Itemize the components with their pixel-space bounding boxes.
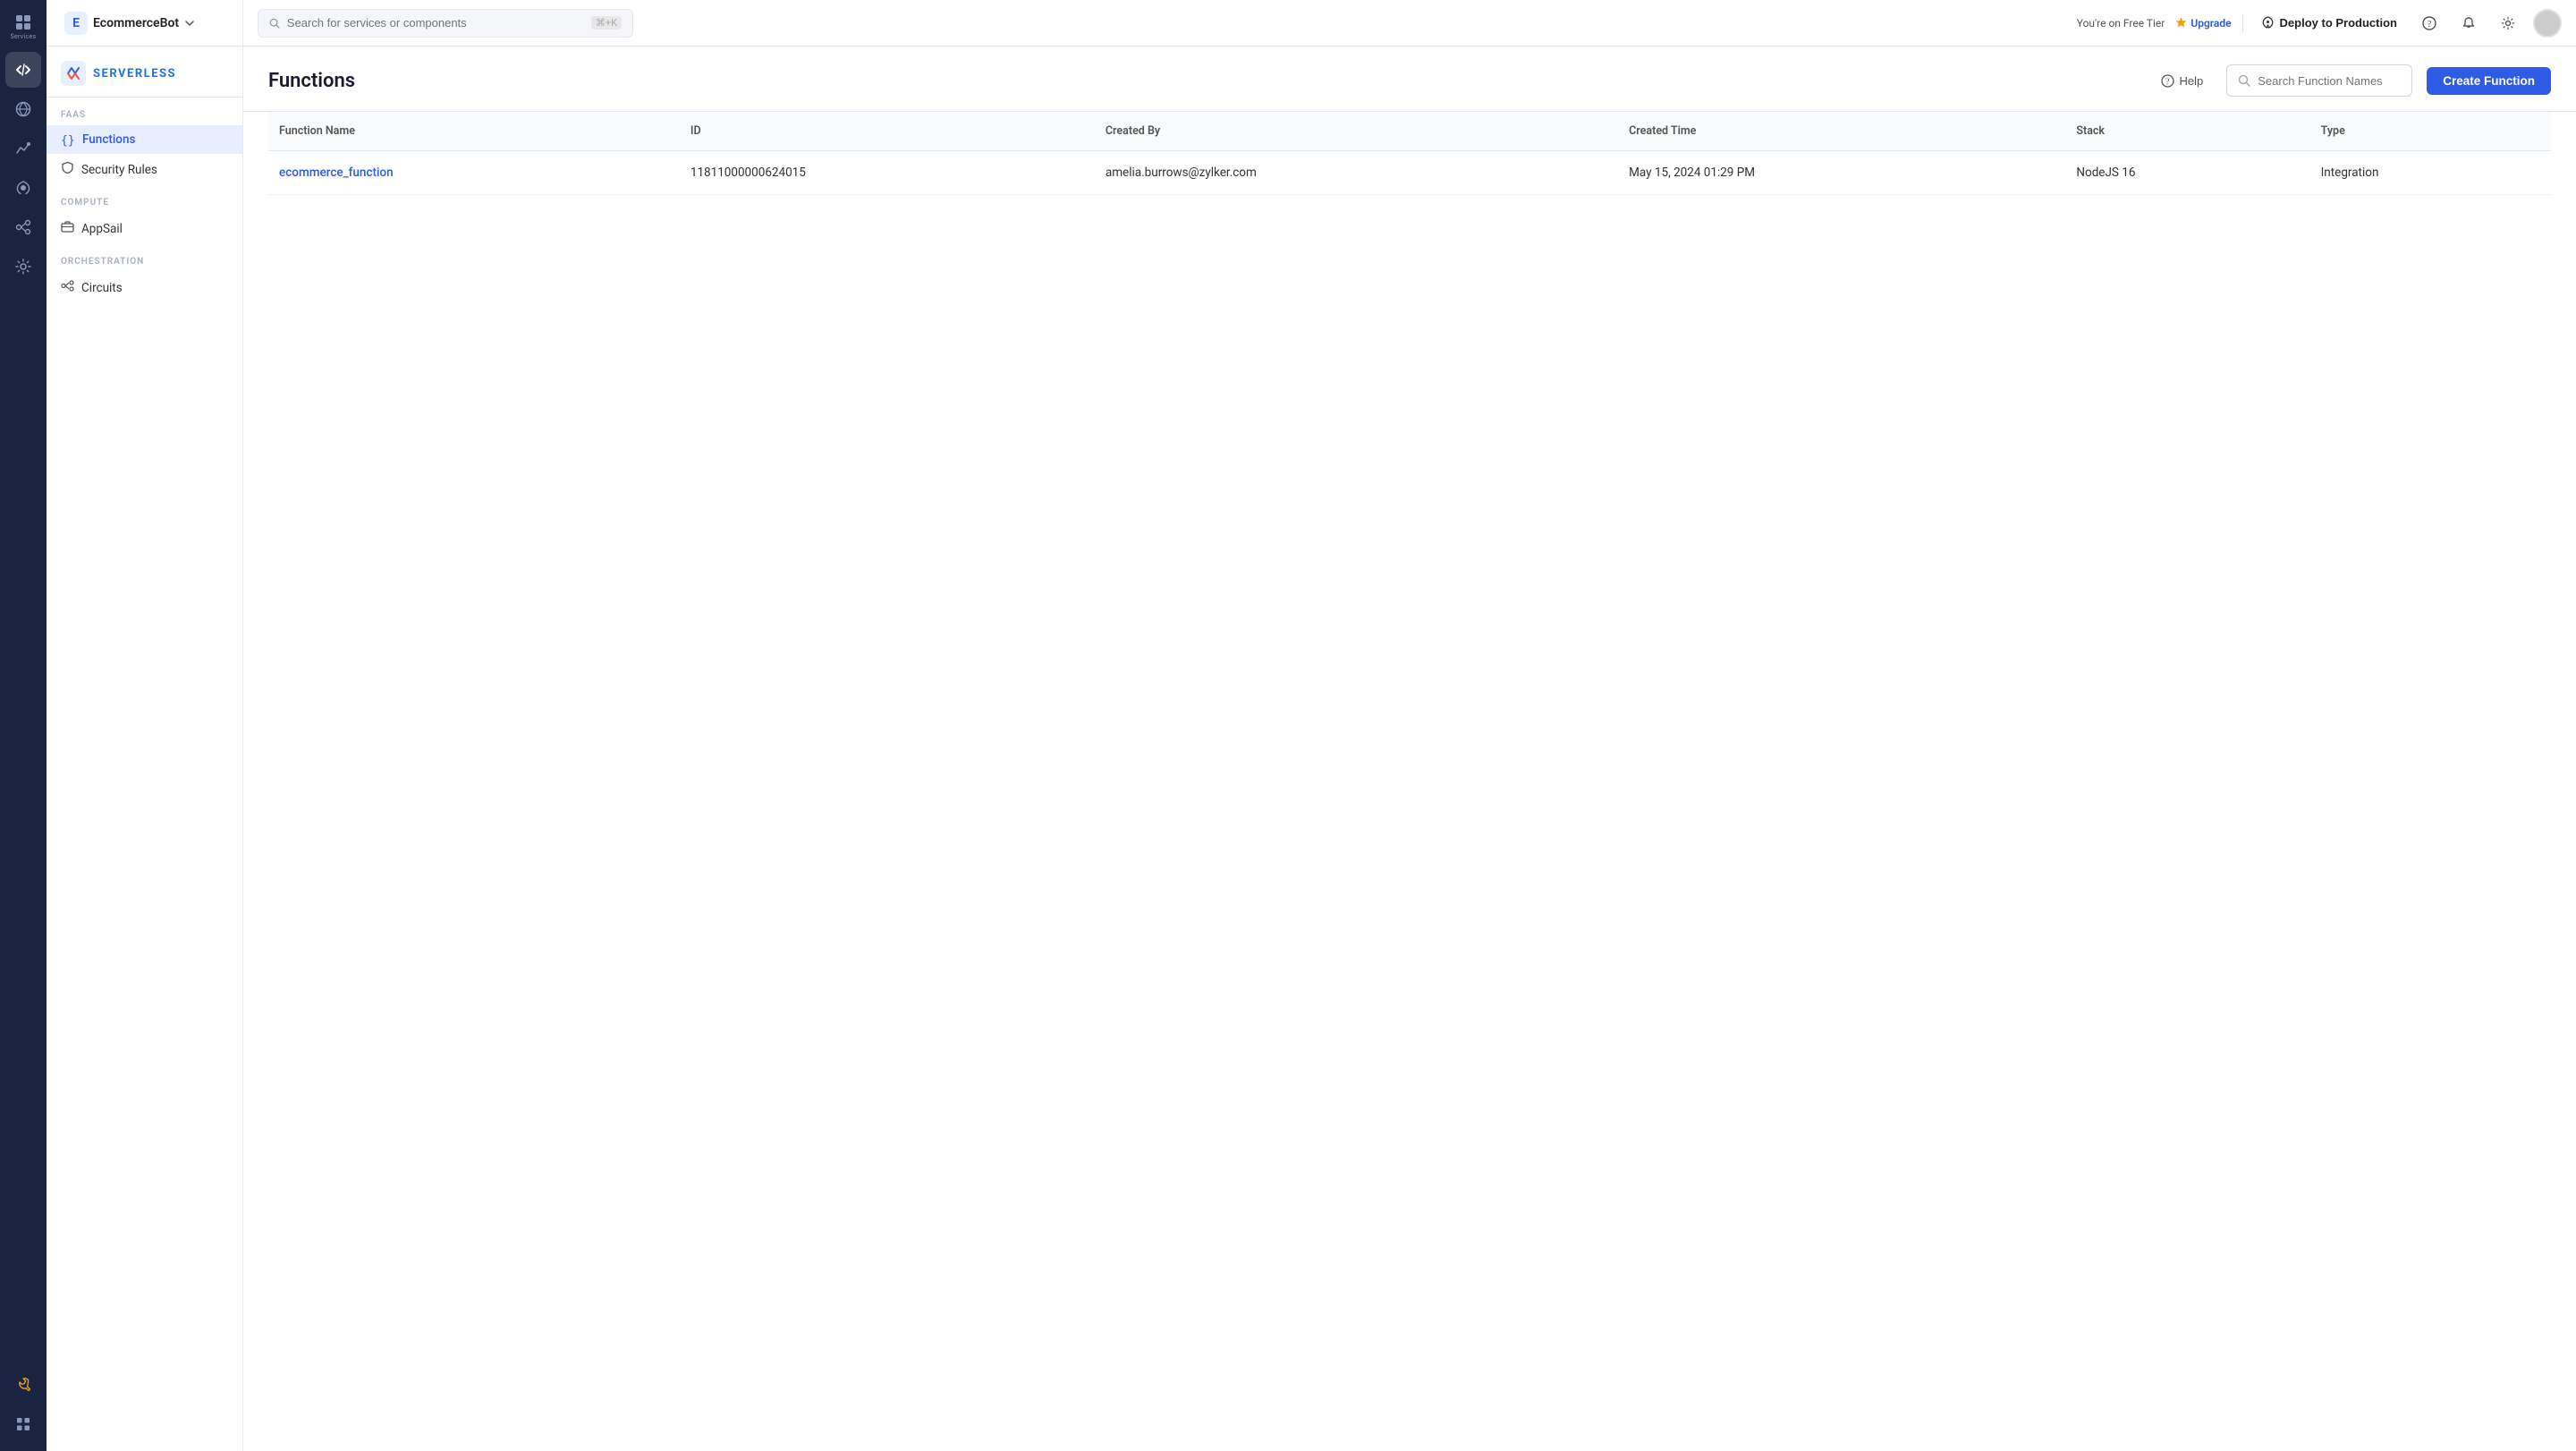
main-content: ⌘+K You're on Free Tier Upgrade Deploy t… xyxy=(243,0,2576,1451)
table-row: ecommerce_function 11811000000624015 ame… xyxy=(268,151,2551,195)
sidebar-item-label-appsail: AppSail xyxy=(81,222,123,236)
table-body: ecommerce_function 11811000000624015 ame… xyxy=(268,151,2551,195)
col-type: Type xyxy=(2310,112,2551,151)
sidebar-item-security-rules[interactable]: Security Rules xyxy=(47,154,242,185)
help-button[interactable]: ? Help xyxy=(2152,69,2212,93)
create-function-button[interactable]: Create Function xyxy=(2427,67,2551,95)
col-function-name: Function Name xyxy=(268,112,680,151)
sidebar: E EcommerceBot SERVERLESS FAAS {} Functi… xyxy=(47,0,243,1451)
deploy-button[interactable]: Deploy to Production xyxy=(2254,13,2404,33)
appsail-icon xyxy=(61,220,74,237)
search-functions[interactable] xyxy=(2226,64,2412,97)
grid-icon xyxy=(14,1415,32,1433)
data-icon xyxy=(14,100,32,118)
avatar[interactable] xyxy=(2533,9,2562,38)
upgrade-button[interactable]: Upgrade xyxy=(2175,17,2231,30)
sidebar-item-circuits[interactable]: Circuits xyxy=(47,272,242,303)
help-label: Help xyxy=(2179,74,2203,88)
tier-badge: You're on Free Tier xyxy=(2077,17,2165,30)
functions-table: Function Name ID Created By Created Time… xyxy=(268,112,2551,195)
deploy-label: Deploy to Production xyxy=(2280,16,2397,30)
notifications-button[interactable] xyxy=(2454,9,2483,38)
global-search[interactable]: ⌘+K xyxy=(258,9,633,38)
cell-created-by: amelia.burrows@zylker.com xyxy=(1095,151,1618,195)
section-label-orchestration: ORCHESTRATION xyxy=(47,244,242,272)
app-name: EcommerceBot xyxy=(93,16,179,30)
nav-rail-bottom xyxy=(5,1367,41,1442)
app-icon: E xyxy=(64,12,88,35)
nav-rail-item-misc[interactable] xyxy=(5,249,41,284)
table-header-row: Function Name ID Created By Created Time… xyxy=(268,112,2551,151)
help-icon-button[interactable]: ? xyxy=(2415,9,2444,38)
code-icon xyxy=(14,61,32,79)
tools-icon xyxy=(14,1376,32,1394)
section-label-faas: FAAS xyxy=(47,98,242,125)
divider xyxy=(2242,14,2243,32)
nav-rail-item-code[interactable] xyxy=(5,52,41,88)
deploy-icon xyxy=(14,179,32,197)
page-title: Functions xyxy=(268,70,2138,92)
circuits-icon xyxy=(61,279,74,296)
nav-rail-item-data[interactable] xyxy=(5,91,41,127)
rocket-icon xyxy=(2261,16,2275,30)
sidebar-title: SERVERLESS xyxy=(93,67,176,81)
sidebar-item-functions[interactable]: {} Functions xyxy=(47,125,242,154)
services-icon xyxy=(14,13,32,31)
nav-rail-item-deploy[interactable] xyxy=(5,170,41,206)
nav-rail: Services xyxy=(0,0,47,1451)
svg-text:{}: {} xyxy=(61,134,75,147)
main-topbar: ⌘+K You're on Free Tier Upgrade Deploy t… xyxy=(243,0,2576,47)
table-header: Function Name ID Created By Created Time… xyxy=(268,112,2551,151)
cell-id: 11811000000624015 xyxy=(680,151,1095,195)
nav-rail-item-grid[interactable] xyxy=(5,1406,41,1442)
svg-text:?: ? xyxy=(2428,19,2432,30)
serverless-logo xyxy=(61,61,86,86)
bell-icon xyxy=(2462,16,2476,30)
nav-rail-item-tools[interactable] xyxy=(5,1367,41,1403)
global-search-input[interactable] xyxy=(287,16,584,30)
question-icon: ? xyxy=(2422,16,2436,30)
col-stack: Stack xyxy=(2065,112,2309,151)
app-selector[interactable]: E EcommerceBot xyxy=(57,8,202,38)
sidebar-item-label-functions: Functions xyxy=(82,132,135,147)
misc-icon xyxy=(14,258,32,276)
functions-table-area: Function Name ID Created By Created Time… xyxy=(243,112,2576,1451)
col-created-time: Created Time xyxy=(1618,112,2065,151)
search-functions-icon xyxy=(2238,74,2250,87)
topbar: E EcommerceBot xyxy=(47,0,242,47)
global-search-icon xyxy=(269,17,280,30)
functions-icon: {} xyxy=(61,132,75,147)
search-shortcut: ⌘+K xyxy=(591,16,622,30)
cell-created-time: May 15, 2024 01:29 PM xyxy=(1618,151,2065,195)
cell-stack: NodeJS 16 xyxy=(2065,151,2309,195)
integrations-icon xyxy=(14,218,32,236)
sidebar-brand: SERVERLESS xyxy=(47,47,242,98)
content-header: Functions ? Help Create Function xyxy=(243,47,2576,112)
help-circle-icon: ? xyxy=(2161,74,2174,88)
sidebar-item-label-circuits: Circuits xyxy=(81,281,123,295)
nav-rail-item-integrations[interactable] xyxy=(5,209,41,245)
cell-type: Integration xyxy=(2310,151,2551,195)
section-label-compute: COMPUTE xyxy=(47,185,242,213)
upgrade-icon xyxy=(2175,17,2187,29)
analytics-icon xyxy=(14,140,32,157)
cell-function-name: ecommerce_function xyxy=(268,151,680,195)
function-link[interactable]: ecommerce_function xyxy=(279,165,394,180)
nav-rail-item-services[interactable]: Services xyxy=(5,9,41,45)
upgrade-label: Upgrade xyxy=(2190,17,2231,30)
col-created-by: Created By xyxy=(1095,112,1618,151)
nav-rail-label-services: Services xyxy=(11,33,37,40)
sidebar-item-appsail[interactable]: AppSail xyxy=(47,213,242,244)
topbar-right: You're on Free Tier Upgrade Deploy to Pr… xyxy=(2077,9,2562,38)
chevron-down-icon xyxy=(184,18,195,29)
col-id: ID xyxy=(680,112,1095,151)
settings-button[interactable] xyxy=(2494,9,2522,38)
search-functions-input[interactable] xyxy=(2258,74,2401,88)
sidebar-item-label-security: Security Rules xyxy=(81,163,157,177)
gear-icon xyxy=(2501,16,2515,30)
shield-icon xyxy=(61,161,74,178)
svg-text:?: ? xyxy=(2165,77,2170,87)
nav-rail-item-analytics[interactable] xyxy=(5,131,41,166)
